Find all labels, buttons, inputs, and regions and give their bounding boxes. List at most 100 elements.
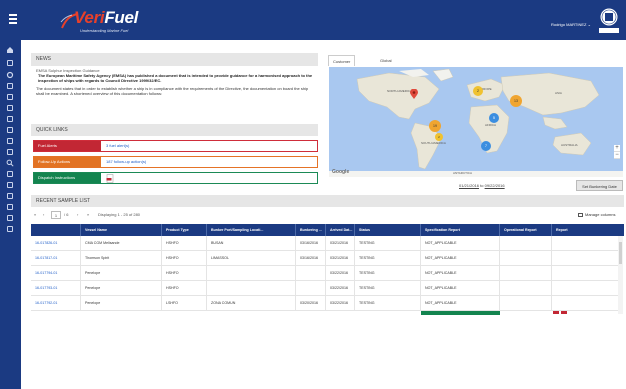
report-cell [552,266,618,281]
map-cluster-marker[interactable]: 13 [510,95,522,107]
product-type-cell: HSHFO [162,266,207,281]
column-header-bunkering-date[interactable]: Bunkering ... [296,224,326,236]
table-scrollbar[interactable] [618,236,623,314]
world-map[interactable]: NORTH AMERICA SOUTH AMERICA EUROPE AFRIC… [329,67,623,177]
first-page-button[interactable]: « [34,210,36,220]
map-cluster-marker[interactable]: 2 [473,86,483,96]
news-item-body: The document states that in order to est… [36,86,309,96]
continent-label: ASIA [555,91,562,95]
person-icon[interactable] [6,170,14,178]
continent-label: NORTH AMERICA [387,89,412,93]
spec-report-status-bar [421,311,500,315]
vessel-name-cell: Penelope [81,281,162,296]
table-row[interactable]: 16-017793-01 Penelope HSHFO 03/22/2016 T… [31,281,618,296]
scrollbar-thumb[interactable] [619,242,622,264]
zoom-out-button[interactable]: − [614,152,620,159]
user-icon[interactable] [6,225,14,233]
fuel-alerts-link[interactable]: 3 fuel alert(s) [106,143,129,148]
table-icon[interactable] [6,203,14,211]
archive-icon[interactable] [6,214,14,222]
specification-report-cell: NOT_APPLICABLE [421,281,500,296]
table-row[interactable]: 16-017826-01 CMA CGM Melisande HSHFO BUS… [31,236,618,251]
manage-columns-button[interactable]: Manage columns [578,212,615,217]
sample-id-link[interactable]: 16-017826-01 [31,236,81,251]
follow-up-actions-link[interactable]: 187 follow-up action(s) [106,159,146,164]
column-header-product-type[interactable]: Product Type [162,224,207,236]
date-range[interactable]: 01/21/2016 to 09/22/2016 [459,183,505,188]
bunkering-date-cell [296,266,326,281]
list-icon[interactable] [6,104,14,112]
grid-icon[interactable] [6,115,14,123]
home-icon[interactable] [6,46,14,54]
column-header-bunker-port[interactable]: Bunker Port/Sampling Locati... [207,224,296,236]
calendar-icon[interactable] [6,192,14,200]
chart-icon[interactable] [6,93,14,101]
column-header-arrived-date[interactable]: Arrived Dat... [326,224,355,236]
status-cell: TESTING [355,236,421,251]
clipboard-icon[interactable] [6,137,14,145]
hamburger-menu-icon[interactable] [9,14,17,24]
bunkering-date-cell: 03/16/2016 [296,251,326,266]
specification-report-cell: NOT_APPLICABLE [421,296,500,311]
table-row[interactable]: 16-017794-01 Penelope HSHFO 03/22/2016 T… [31,266,618,281]
operational-report-cell [500,281,552,296]
arrived-date-cell: 03/22/2016 [326,281,355,296]
last-page-button[interactable]: » [87,210,89,220]
verifuel-logo[interactable]: VeriFuel Understanding Marine Fuel [60,9,138,35]
sample-id-link[interactable]: 16-017793-01 [31,281,81,296]
quick-link-dispatch-instructions[interactable]: Dispatch Instructions [33,172,318,184]
date-to[interactable]: 09/22/2016 [485,183,505,188]
report-flags-icon[interactable] [553,310,569,315]
prev-page-button[interactable]: ‹ [43,210,44,220]
quick-link-follow-up-actions[interactable]: Follow-Up Actions 187 follow-up action(s… [33,156,318,168]
news-header: NEWS [31,53,318,66]
columns-icon [578,213,583,217]
product-type-cell: LSHFO [162,296,207,311]
continent-label: ANTARCTICA [453,171,472,175]
bunkering-date-cell: 03/16/2016 [296,236,326,251]
world-map-canvas[interactable] [329,67,623,177]
quick-links-header: QUICK LINKS [31,124,318,136]
column-header-status[interactable]: Status [355,224,421,236]
report-icon[interactable] [6,181,14,189]
page-count: / 6 [64,212,69,217]
table-row[interactable]: 16-017792-01 Penelope LSHFO ZONA COMUN 0… [31,296,618,311]
column-header-vessel-name[interactable]: Vessel Name [81,224,162,236]
map-cluster-marker[interactable]: 2 [435,133,443,141]
search-icon[interactable] [6,159,14,167]
pdf-icon[interactable] [106,174,115,183]
map-cluster-marker[interactable]: 19 [429,120,441,132]
document-icon[interactable] [6,59,14,67]
operational-report-cell [500,296,552,311]
report-cell [552,281,618,296]
user-menu[interactable]: Rodrigo MARTINEZ ⌄ [551,22,591,27]
bunker-port-cell [207,281,296,296]
wrench-icon[interactable] [6,148,14,156]
table-row[interactable]: 16-017817-01 Thomson Spirit HSHFO LIMASS… [31,251,618,266]
bunker-port-cell: ZONA COMUN [207,296,296,311]
tab-customer-fuel-issues[interactable]: Customer Fuel Issues [328,55,356,86]
map-cluster-marker[interactable]: 7 [481,141,491,151]
sample-id-link[interactable]: 16-017792-01 [31,296,81,311]
map-pin-icon[interactable] [410,89,418,100]
flask-icon[interactable] [6,82,14,90]
sample-id-link[interactable]: 16-017817-01 [31,251,81,266]
status-cell: TESTING [355,266,421,281]
quick-link-fuel-alerts[interactable]: Fuel Alerts 3 fuel alert(s) [33,140,318,152]
set-bunkering-date-button[interactable]: Set Bunkering Date [576,180,623,191]
gear-icon[interactable] [6,71,14,79]
date-from[interactable]: 01/21/2016 [459,183,479,188]
column-header-specification-report[interactable]: Specification Report [421,224,500,236]
page-number-input[interactable]: 1 [51,211,61,219]
next-page-button[interactable]: › [77,210,78,220]
tab-global-fuel-alerts[interactable]: Global Fuel Alerts [376,55,396,85]
column-header-report[interactable]: Report [552,224,624,236]
sample-id-link[interactable]: 16-017794-01 [31,266,81,281]
column-header-operational-report[interactable]: Operational Report [500,224,552,236]
column-header-id[interactable] [31,224,81,236]
zoom-in-button[interactable]: + [614,145,620,152]
product-type-cell: HSHFO [162,281,207,296]
file-icon[interactable] [6,126,14,134]
map-cluster-marker[interactable]: 5 [489,113,499,123]
table-header: Vessel Name Product Type Bunker Port/Sam… [31,224,624,236]
